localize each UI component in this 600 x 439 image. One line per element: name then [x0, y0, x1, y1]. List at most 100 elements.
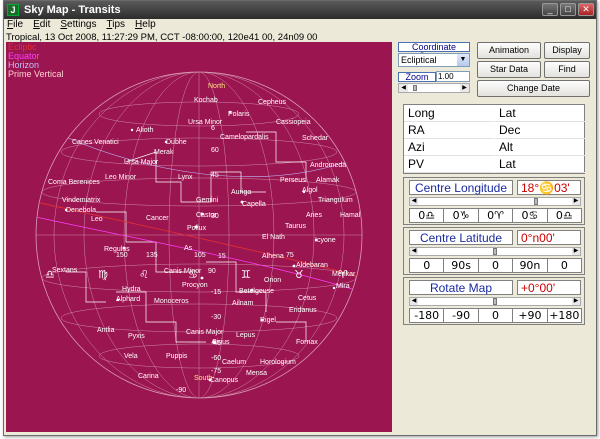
longitude-0-libra-button[interactable]: 0♎ [409, 208, 445, 223]
arrow-left-icon[interactable]: ◀ [410, 198, 418, 205]
zoom-title: Zoom [398, 71, 436, 82]
arrow-left-icon[interactable]: ◀ [410, 298, 418, 305]
grid-number: 90 [208, 268, 216, 275]
menu-file[interactable]: File [7, 19, 23, 33]
centre-latitude-title: Centre Latitude [409, 230, 513, 245]
zodiac-taurus-symbol: ♉ [294, 268, 304, 281]
find-button[interactable]: Find [544, 61, 590, 78]
label-aldebaran: Aldebaran [296, 262, 328, 269]
arrow-left-icon[interactable]: ◀ [399, 84, 408, 92]
label-vela: Vela [124, 353, 138, 360]
label-carina: Carina [138, 373, 159, 380]
arrow-right-icon[interactable]: ▶ [460, 84, 469, 92]
coordinate-system-title: Coordinate System [398, 42, 470, 61]
label-caelum: Caelum [222, 359, 246, 366]
menu-edit[interactable]: Edit [33, 19, 50, 33]
label-mira: Mira [336, 283, 350, 290]
rotate-minus-180-button[interactable]: -180 [409, 308, 445, 323]
pv-lat-label: Lat [495, 156, 585, 173]
arrow-left-icon[interactable]: ◀ [410, 248, 418, 255]
title-bar[interactable]: J Sky Map - Transits _ □ ✕ [4, 1, 596, 19]
latitude-90n-button[interactable]: 90n [512, 258, 548, 273]
centre-longitude-control: Centre Longitude 18°♋03' ◀ ▶ 0♎ 0♑ 0♈ 0♋… [403, 177, 585, 225]
centre-longitude-value: 18°♋03' [517, 180, 581, 195]
menu-settings[interactable]: Settings [60, 19, 96, 33]
star-data-button[interactable]: Star Data [477, 61, 541, 78]
grid-number: -75 [211, 368, 221, 375]
rotate-plus-90-button[interactable]: +90 [512, 308, 548, 323]
animation-button[interactable]: Animation [477, 42, 541, 59]
rotate-plus-180-button[interactable]: +180 [546, 308, 583, 323]
label-alamak: Alamak [316, 177, 340, 184]
latitude-0-end-button[interactable]: 0 [546, 258, 583, 273]
lat-label: Lat [495, 105, 585, 122]
rotate-minus-90-button[interactable]: -90 [443, 308, 479, 323]
arrow-right-icon[interactable]: ▶ [572, 298, 580, 305]
longitude-0-cancer-button[interactable]: 0♋ [512, 208, 548, 223]
centre-longitude-slider[interactable]: ◀ ▶ [409, 197, 581, 206]
centre-latitude-value: 0°n00' [517, 230, 581, 245]
minimize-button[interactable]: _ [542, 3, 558, 16]
arrow-right-icon[interactable]: ▶ [572, 248, 580, 255]
coordinate-system-select[interactable]: Ecliptical ▼ [398, 53, 470, 67]
window-title: Sky Map - Transits [24, 4, 121, 16]
label-hydra: Hydra [122, 286, 141, 293]
maximize-button[interactable]: □ [560, 3, 576, 16]
label-fornax: Fornax [296, 339, 318, 346]
coordinate-readout: Long Lat RA Dec Azi Alt PV Lat [403, 104, 585, 174]
zoom-slider-thumb[interactable] [412, 85, 417, 91]
centre-longitude-thumb[interactable] [533, 198, 538, 205]
label-taurus: Taurus [285, 223, 307, 230]
label-procyon: Procyon [182, 282, 208, 289]
label-ursa-minor: Ursa Minor [188, 119, 223, 126]
label-canis-major: Canis Major [186, 329, 224, 336]
rotate-0-button[interactable]: 0 [477, 308, 514, 323]
label-lepus: Lepus [236, 332, 256, 339]
change-date-button[interactable]: Change Date [477, 80, 590, 97]
label-coma-berenices: Coma Berenices [48, 179, 100, 186]
label-capella: Capella [242, 201, 266, 208]
label-auriga: Auriga [231, 189, 251, 196]
label-eridanus: Eridanus [289, 307, 317, 314]
label-ursa-major: Ursa Major [124, 159, 159, 166]
label-cassiopeia: Cassiopeia [276, 119, 311, 126]
label-as: As [184, 245, 193, 252]
label-polaris: Polaris [228, 111, 250, 118]
latitude-0-button[interactable]: 0 [409, 258, 445, 273]
label-dubhe: Dubhe [166, 139, 187, 146]
label-cancer: Cancer [146, 215, 169, 222]
grid-number: 75 [286, 252, 294, 259]
label-hamal: Hamal [340, 212, 361, 219]
zoom-slider[interactable]: ◀ ▶ [398, 83, 470, 93]
label-andromeda: Andromeda [310, 162, 346, 169]
label-cepheus: Cepheus [258, 99, 287, 106]
longitude-0-libra-end-button[interactable]: 0♎ [546, 208, 583, 223]
longitude-0-capricorn-button[interactable]: 0♑ [443, 208, 479, 223]
dec-label: Dec [495, 122, 585, 139]
close-button[interactable]: ✕ [578, 3, 594, 16]
label-canes-venatici: Canes Venatici [72, 139, 119, 146]
label-merak: Merak [154, 149, 174, 156]
latitude-90s-button[interactable]: 90s [443, 258, 479, 273]
label-sextans: Sextans [52, 267, 78, 274]
centre-latitude-slider[interactable]: ◀ ▶ [409, 247, 581, 256]
display-button[interactable]: Display [544, 42, 590, 59]
label-monoceros: Monoceros [154, 298, 189, 305]
rotate-map-control: Rotate Map +0°00' ◀ ▶ -180 -90 0 +90 +18… [403, 277, 585, 325]
latitude-0-center-button[interactable]: 0 [477, 258, 514, 273]
rotate-map-slider[interactable]: ◀ ▶ [409, 297, 581, 306]
label-el-nath: El Nath [262, 234, 285, 241]
zoom-input[interactable]: 1.00 [436, 71, 470, 82]
centre-latitude-thumb[interactable] [493, 248, 497, 255]
rotate-map-thumb[interactable] [493, 298, 497, 305]
zoom-row: Zoom 1.00 [398, 71, 470, 82]
menu-help[interactable]: Help [135, 19, 156, 33]
longitude-0-aries-button[interactable]: 0♈ [477, 208, 514, 223]
chevron-down-icon[interactable]: ▼ [457, 54, 469, 66]
menu-tips[interactable]: Tips [107, 19, 126, 33]
grid-number: 135 [146, 252, 158, 259]
sky-map-canvas[interactable]: Ecliptic Equator Horizon Prime Vertical [6, 42, 392, 432]
label-horologium: Horologium [260, 359, 296, 366]
arrow-right-icon[interactable]: ▶ [572, 198, 580, 205]
grid-number: 6 [211, 125, 215, 132]
